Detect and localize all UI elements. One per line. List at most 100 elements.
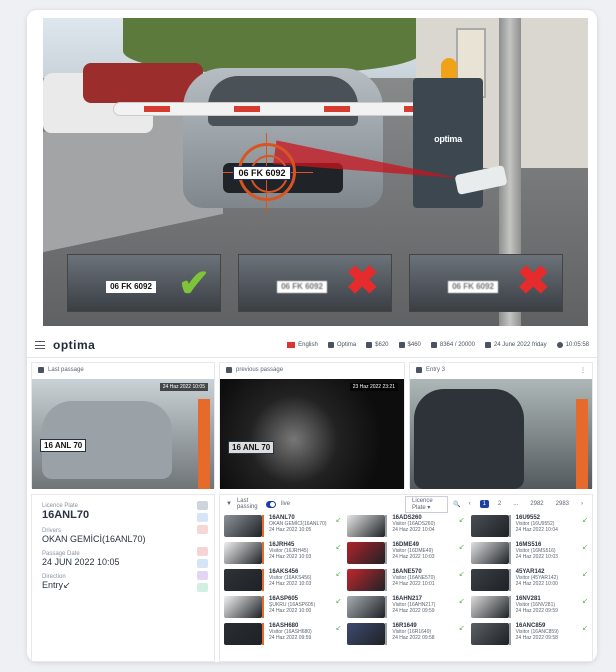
entry-arrow-icon: ↙: [458, 517, 465, 524]
page-next[interactable]: ›: [578, 500, 586, 508]
car-thumbnail: [224, 515, 262, 537]
print-button[interactable]: [197, 525, 208, 534]
list-item[interactable]: 16AKS456 Visitor (16AKS456) 24 Haz 2022 10…: [224, 569, 343, 591]
car-thumbnail: [224, 542, 262, 564]
page-1[interactable]: 1: [479, 500, 489, 508]
live-toggle[interactable]: [266, 500, 277, 508]
car-thumbnail: [470, 596, 509, 618]
trend-icon: [398, 341, 405, 348]
entry-arrow-icon: ↙: [582, 571, 588, 578]
list-item[interactable]: 16ANE570 Visitor (16ANE570) 24 Haz 2022 10…: [347, 569, 466, 591]
entry-arrow-icon: ↙: [335, 571, 342, 578]
search-icon[interactable]: 🔍: [453, 501, 460, 508]
filter-label: Last passing: [236, 498, 258, 510]
panel-title: previous passage: [236, 367, 284, 373]
car-thumbnail: [470, 542, 509, 564]
flag-icon: [287, 341, 296, 348]
car-thumbnail: [347, 596, 386, 618]
status-bar: [385, 569, 388, 591]
car-icon: [430, 341, 437, 348]
check-icon: ✔: [178, 263, 210, 305]
menu-icon[interactable]: [35, 340, 45, 349]
direction-value: Entry↙: [42, 580, 71, 590]
barrier-post: [576, 399, 588, 489]
entry-camera-image[interactable]: [410, 379, 592, 489]
trend-stat: $460: [398, 341, 421, 348]
pagination: ‹ 1 2 ... 2982 2983 ›: [466, 500, 586, 508]
entry-arrow-icon: ↙: [582, 598, 588, 605]
entry-arrow-icon: ↙: [335, 625, 342, 632]
capacity-stat: 8364 / 20000: [430, 341, 475, 348]
user-menu[interactable]: Optima: [327, 341, 356, 348]
list-item[interactable]: 16JRH45 Visitor (16JRH45) 24 Haz 2022 10:0…: [224, 542, 343, 564]
status-bar: [508, 542, 511, 564]
list-item[interactable]: 16R1649 Visitor (16R1649) 24 Haz 2022 09:5…: [347, 623, 466, 645]
list-item[interactable]: 16MS516 Visitor (16MS516) 24 Haz 2022 10:0…: [470, 542, 590, 564]
page-prev[interactable]: ‹: [466, 500, 474, 508]
user-icon: [327, 341, 334, 348]
entry-arrow-icon: ↙: [582, 517, 588, 524]
list-item[interactable]: 16NV281 Visitor (16NV281) 24 Haz 2022 09:5…: [470, 596, 590, 618]
status-bar: [262, 596, 264, 618]
item-date: 24 Haz 2022 10:01: [392, 581, 435, 587]
language-selector[interactable]: English: [287, 341, 318, 348]
thumb-plate: 06 FK 6092: [448, 281, 498, 293]
top-bar: optima English Optima $620 $460 8364 / 2…: [27, 332, 597, 358]
list-item[interactable]: 16U9552 Visitor (16U9552) 24 Haz 2022 10:0…: [470, 515, 590, 537]
item-date: 24 Haz 2022 10:05: [269, 527, 312, 533]
more-icon[interactable]: ⋮: [580, 367, 586, 374]
edit-button[interactable]: [197, 501, 208, 510]
page-ellipsis: ...: [513, 501, 519, 507]
language-label: English: [298, 341, 318, 348]
passage-info-card: Licence Plate 16ANL70 Drivers OKAN GEMİC…: [31, 494, 215, 662]
passage-grid: 16ANL70 OKAN GEMİCİ(16ANL70) 24 Haz 2022 1…: [224, 515, 590, 645]
item-date: 24 Haz 2022 10:00: [269, 608, 312, 614]
car-thumbnail: [347, 623, 386, 645]
plate-thumb-correct: 06 FK 6092 ✔: [67, 254, 221, 312]
page-2982[interactable]: 2982: [527, 500, 546, 508]
item-date: 24 Haz 2022 10:03: [515, 554, 558, 560]
plate-select-label: Licence Plate: [412, 497, 433, 511]
alert-button[interactable]: [197, 547, 208, 556]
timestamp: 24 Haz 2022 10:05: [159, 383, 208, 391]
main-plate: 06 FK 6092: [233, 166, 291, 180]
previous-passage-image[interactable]: 16 ANL 70 23 Haz 2022 23:21: [220, 379, 404, 489]
list-item[interactable]: 16ANC859 Visitor (16ANC859) 24 Haz 2022 09…: [470, 623, 590, 645]
list-item[interactable]: 45YAR142 Visitor (45YAR142) 24 Haz 2022 10…: [470, 569, 590, 591]
app-frame: optima 06 FK 6092 06 FK 6092 ✔ 06 FK 609…: [27, 10, 597, 662]
user-button[interactable]: [197, 571, 208, 580]
list-item[interactable]: 16ADS260 Visitor (16ADS260) 24 Haz 2022 10…: [347, 515, 466, 537]
logo: optima: [53, 337, 96, 352]
share-button[interactable]: [197, 513, 208, 522]
barrier-arm: [113, 102, 443, 116]
status-bar: [262, 542, 264, 564]
entry-arrow-icon: ↙: [458, 571, 465, 578]
entry-arrow-icon: ↙: [582, 625, 588, 632]
item-date: 24 Haz 2022 10:00: [515, 581, 558, 587]
page-2[interactable]: 2: [495, 500, 504, 508]
plate-select[interactable]: Licence Plate ▾: [405, 495, 449, 513]
timestamp: 23 Haz 2022 23:21: [349, 383, 398, 391]
status-bar: [262, 569, 264, 591]
image-button[interactable]: [197, 559, 208, 568]
image-icon: [38, 367, 44, 373]
entry-arrow-icon: ↙: [582, 544, 588, 551]
list-item[interactable]: 16ANL70 OKAN GEMİCİ(16ANL70) 24 Haz 2022 1…: [224, 515, 343, 537]
time-display: 10:05:58: [556, 341, 589, 348]
entry-arrow-icon: ↙: [335, 544, 342, 551]
filter-icon[interactable]: ▼: [226, 501, 232, 507]
passage-list: ▼ Last passing live Licence Plate ▾ 🔍 ‹ …: [219, 494, 593, 662]
entry-arrow-icon: ↙: [458, 544, 465, 551]
list-item[interactable]: 16ASH680 Visitor (16ASH680) 24 Haz 2022 09…: [224, 623, 343, 645]
entry-arrow-icon: ↙: [458, 598, 465, 605]
page-2983[interactable]: 2983: [553, 500, 572, 508]
list-item[interactable]: 16DME49 Visitor (16DME49) 24 Haz 2022 10:0…: [347, 542, 466, 564]
last-passage-image[interactable]: 16 ANL 70 24 Haz 2022 10:05: [32, 379, 214, 489]
car-thumbnail: [347, 569, 386, 591]
driver-value: OKAN GEMİCİ(16ANL70): [42, 534, 146, 544]
camera-button[interactable]: [197, 583, 208, 592]
item-date: 24 Haz 2022 10:04: [515, 527, 558, 533]
cash-stat: $620: [366, 341, 389, 348]
list-item[interactable]: 16AHN217 Visitor (16AHN217) 24 Haz 2022 09…: [347, 596, 466, 618]
list-item[interactable]: 16ASP605 ŞUKRU (16ASP605) 24 Haz 2022 10:0…: [224, 596, 343, 618]
